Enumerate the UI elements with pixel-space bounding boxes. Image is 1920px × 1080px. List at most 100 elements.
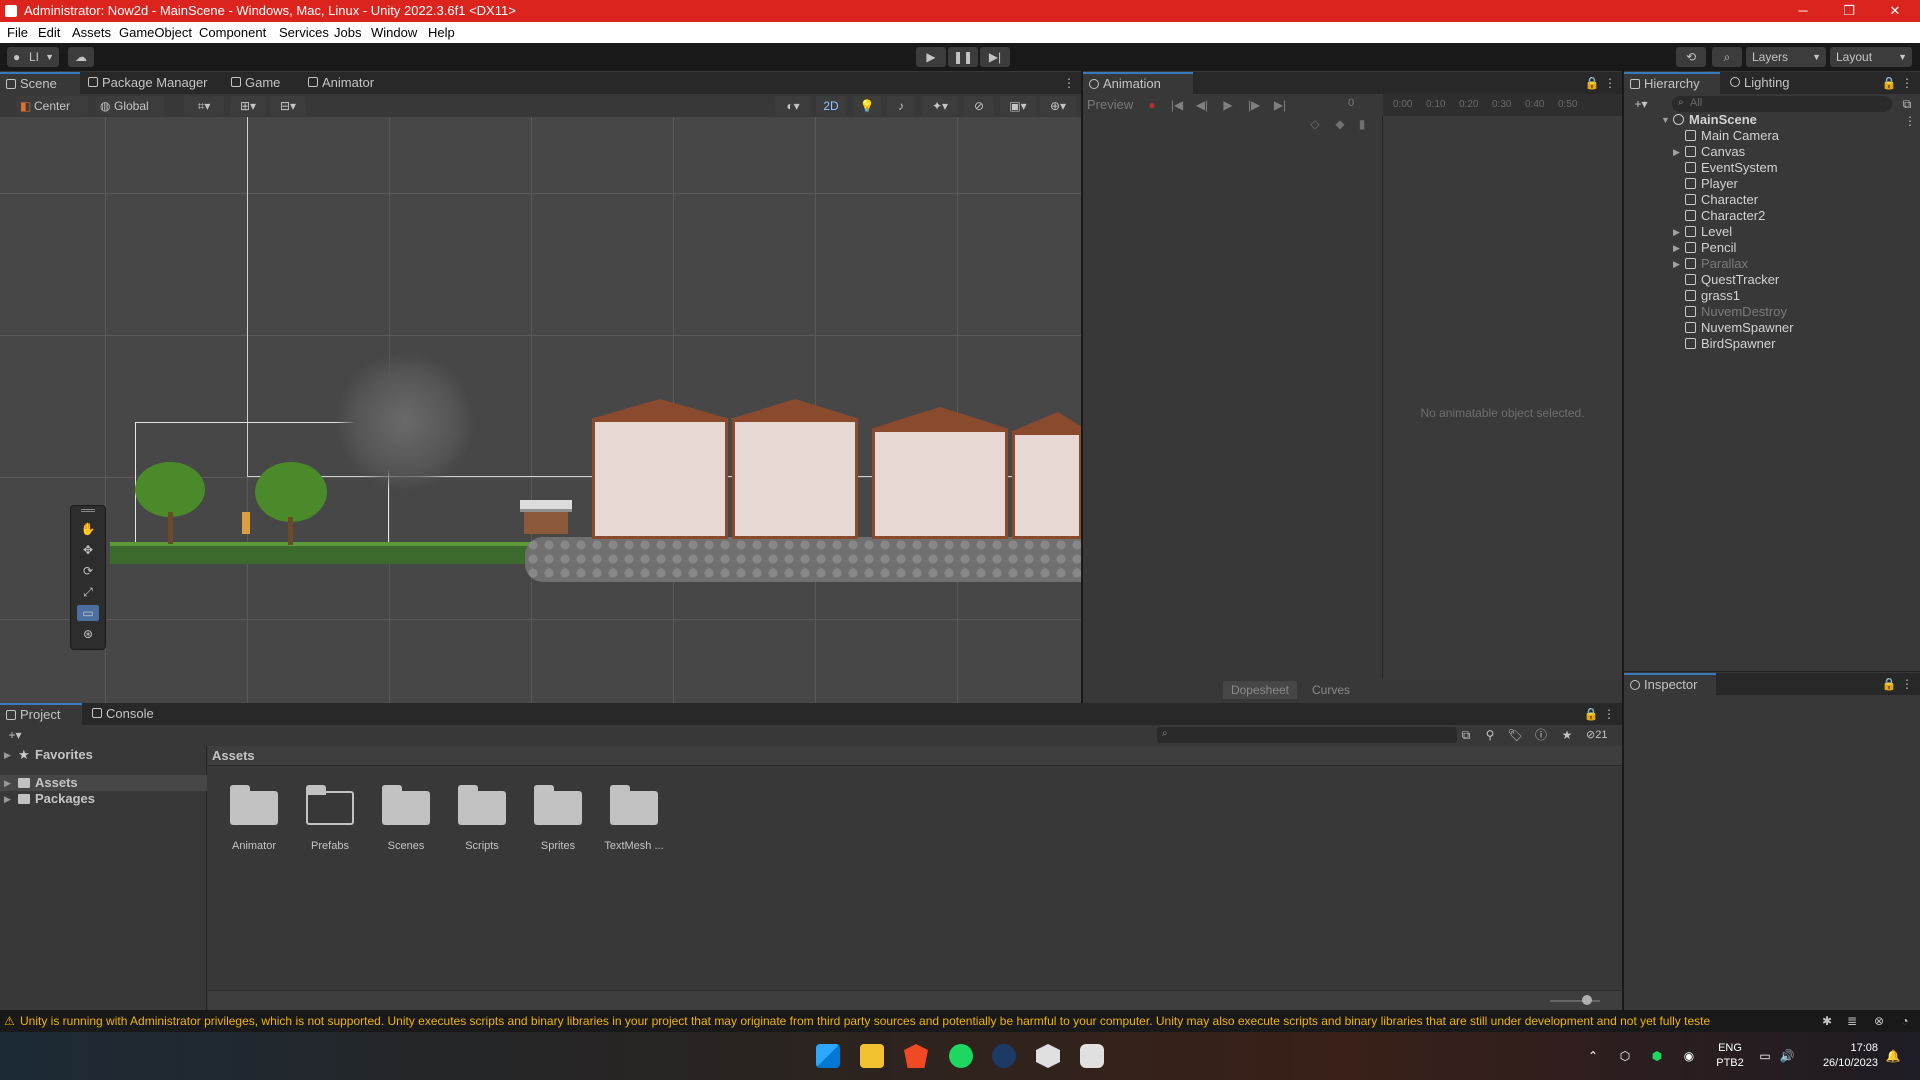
log-icon[interactable]: ⓘ bbox=[1532, 727, 1550, 743]
hand-tool-icon[interactable]: ✋ bbox=[79, 521, 97, 537]
effects-dropdown[interactable]: ✦▾ bbox=[922, 96, 958, 116]
network-icon[interactable]: ▭ bbox=[1756, 1048, 1774, 1064]
expand-arrow-icon[interactable]: ▶ bbox=[1673, 240, 1680, 256]
volume-icon[interactable]: 🔊 bbox=[1778, 1048, 1796, 1064]
grid-toggle[interactable]: ⊞▾ bbox=[230, 96, 266, 116]
asset-folder[interactable] bbox=[382, 785, 430, 825]
curves-button[interactable]: Curves bbox=[1301, 681, 1361, 699]
menu-component[interactable]: Component bbox=[199, 25, 266, 40]
hierarchy-item[interactable]: ▶ Level bbox=[1673, 224, 1732, 240]
close-button[interactable]: ✕ bbox=[1872, 0, 1918, 22]
dopesheet-button[interactable]: Dopesheet bbox=[1223, 681, 1297, 699]
tab-package-manager[interactable]: Package Manager bbox=[82, 72, 222, 94]
hierarchy-item[interactable]: EventSystem bbox=[1685, 160, 1778, 176]
zoom-slider-track[interactable] bbox=[1550, 1000, 1600, 1002]
play-button[interactable]: ▶ bbox=[916, 47, 946, 67]
search-button[interactable]: ⌕ bbox=[1712, 47, 1742, 67]
shading-dropdown[interactable]: ◐▾ bbox=[775, 96, 811, 116]
hierarchy-search-input[interactable]: ⌕ All bbox=[1672, 96, 1892, 112]
expand-arrow-icon[interactable]: ▶ bbox=[1673, 224, 1680, 240]
hierarchy-item[interactable]: QuestTracker bbox=[1685, 272, 1779, 288]
first-frame-icon[interactable]: |◀ bbox=[1168, 97, 1186, 113]
cache-icon[interactable]: ≣ bbox=[1843, 1013, 1861, 1029]
expand-arrow-icon[interactable]: ▶ bbox=[4, 746, 11, 764]
asset-folder[interactable] bbox=[306, 785, 354, 825]
hidden-toggle[interactable]: ⊘ bbox=[964, 96, 994, 116]
tab-lighting[interactable]: Lighting bbox=[1724, 72, 1814, 94]
timeline-ruler[interactable]: 0:00 0:10 0:20 0:30 0:40 0:50 bbox=[1383, 94, 1622, 116]
account-dropdown[interactable]: ● LI ▼ bbox=[7, 47, 59, 67]
next-frame-icon[interactable]: |▶ bbox=[1245, 97, 1263, 113]
tab-project[interactable]: Project bbox=[0, 703, 82, 725]
more-menu-icon[interactable]: ⋮ bbox=[1600, 706, 1618, 722]
audio-toggle[interactable]: ♪ bbox=[887, 96, 915, 116]
hierarchy-item[interactable]: Character2 bbox=[1685, 208, 1765, 224]
menu-window[interactable]: Window bbox=[371, 25, 417, 40]
spotify-icon[interactable] bbox=[949, 1044, 973, 1068]
status-message[interactable]: Unity is running with Administrator priv… bbox=[20, 1010, 1796, 1032]
more-menu-icon[interactable]: ⋮ bbox=[1898, 75, 1916, 91]
file-explorer-icon[interactable] bbox=[860, 1044, 884, 1068]
menu-help[interactable]: Help bbox=[428, 25, 455, 40]
tab-console[interactable]: Console bbox=[86, 703, 166, 725]
asset-folder[interactable] bbox=[610, 785, 658, 825]
add-keyframe-icon[interactable]: ◆ bbox=[1331, 116, 1349, 132]
menu-edit[interactable]: Edit bbox=[38, 25, 60, 40]
expand-arrow-icon[interactable]: ▼ bbox=[1661, 112, 1670, 128]
move-tool-icon[interactable]: ✥ bbox=[79, 542, 97, 558]
create-asset-icon[interactable]: +▾ bbox=[6, 727, 24, 743]
hierarchy-item[interactable]: NuvemDestroy bbox=[1685, 304, 1787, 320]
hierarchy-scene-root[interactable]: ▼ MainScene bbox=[1661, 112, 1757, 128]
camera-dropdown[interactable]: ▣▾ bbox=[1000, 96, 1036, 116]
tab-inspector[interactable]: Inspector bbox=[1624, 673, 1716, 695]
tab-animator[interactable]: Animator bbox=[302, 72, 392, 94]
space-dropdown[interactable]: ◍ Global bbox=[96, 96, 164, 116]
favorites-item[interactable]: ▶ ★ Favorites bbox=[0, 746, 207, 764]
minimize-button[interactable]: ─ bbox=[1780, 0, 1826, 22]
lock-icon[interactable]: 🔒 bbox=[1880, 75, 1898, 91]
rect-tool-icon[interactable]: ▭ bbox=[77, 605, 99, 621]
progress-icon[interactable]: ◔ bbox=[1896, 1013, 1914, 1029]
search-scope-icon[interactable]: ⧉ bbox=[1457, 727, 1475, 743]
drag-handle-icon[interactable] bbox=[81, 509, 95, 512]
unity-tray-icon[interactable]: ⬡ bbox=[1616, 1048, 1634, 1064]
lighting-toggle[interactable]: 💡 bbox=[853, 96, 881, 116]
auto-generate-icon[interactable]: ⊗ bbox=[1870, 1013, 1888, 1029]
asset-folder[interactable] bbox=[230, 785, 278, 825]
mode-2d-toggle[interactable]: 2D bbox=[816, 96, 846, 116]
scale-tool-icon[interactable]: ⤢ bbox=[79, 584, 97, 600]
expand-arrow-icon[interactable]: ▶ bbox=[4, 791, 11, 807]
project-search-input[interactable]: ⌕ bbox=[1157, 727, 1457, 743]
expand-arrow-icon[interactable]: ▶ bbox=[1673, 144, 1680, 160]
hidden-packages-toggle[interactable]: ⊘21 bbox=[1586, 727, 1607, 743]
lock-icon[interactable]: 🔒 bbox=[1583, 75, 1601, 91]
filter-type-icon[interactable]: ⚲ bbox=[1481, 727, 1499, 743]
record-icon[interactable]: ● bbox=[1143, 97, 1161, 113]
more-menu-icon[interactable]: ⋮ bbox=[1060, 75, 1078, 91]
breadcrumb-assets[interactable]: Assets bbox=[212, 748, 255, 763]
tray-app-icon[interactable]: ⬢ bbox=[1648, 1048, 1666, 1064]
tab-game[interactable]: Game bbox=[225, 72, 300, 94]
debug-icon[interactable]: ✱ bbox=[1818, 1013, 1836, 1029]
more-menu-icon[interactable]: ⋮ bbox=[1601, 75, 1619, 91]
unity-editor-icon[interactable] bbox=[1080, 1044, 1104, 1068]
rotate-tool-icon[interactable]: ⟳ bbox=[79, 563, 97, 579]
zoom-slider-handle[interactable] bbox=[1582, 995, 1592, 1005]
hierarchy-item[interactable]: grass1 bbox=[1685, 288, 1740, 304]
asset-folder[interactable] bbox=[534, 785, 582, 825]
play-icon[interactable]: ▶ bbox=[1219, 97, 1237, 113]
transform-tool-icon[interactable]: ⊛ bbox=[79, 626, 97, 642]
layers-dropdown[interactable]: Layers ▼ bbox=[1746, 47, 1826, 67]
increment-snap[interactable]: ⊟▾ bbox=[270, 96, 306, 116]
hierarchy-item[interactable]: ▶ Pencil bbox=[1673, 240, 1736, 256]
lock-icon[interactable]: 🔒 bbox=[1582, 706, 1600, 722]
hierarchy-item[interactable]: Character bbox=[1685, 192, 1758, 208]
tab-hierarchy[interactable]: Hierarchy bbox=[1624, 72, 1720, 94]
language-indicator[interactable]: ENG PTB2 bbox=[1708, 1041, 1752, 1071]
lock-icon[interactable]: 🔒 bbox=[1880, 676, 1898, 692]
hierarchy-item[interactable]: ▶ Parallax bbox=[1673, 256, 1748, 272]
tab-animation[interactable]: Animation bbox=[1083, 72, 1193, 94]
tree-item-assets[interactable]: ▶ Assets bbox=[0, 775, 207, 791]
hierarchy-item[interactable]: ▶ Canvas bbox=[1673, 144, 1745, 160]
snap-button[interactable]: ⌗▾ bbox=[184, 96, 224, 116]
